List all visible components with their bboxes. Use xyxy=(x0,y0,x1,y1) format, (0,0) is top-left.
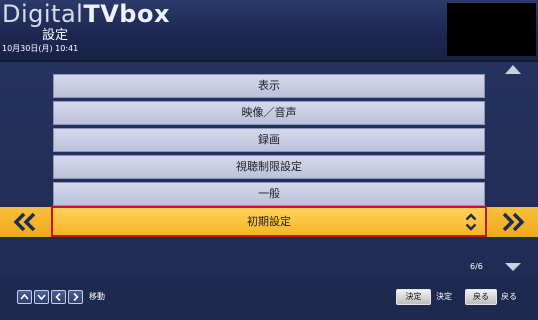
menu-item-recording[interactable]: 録画 xyxy=(53,128,485,152)
header-bar: DigitalTVbox 設定 10月30日(月) 10:41 xyxy=(0,0,538,60)
up-key[interactable] xyxy=(17,290,32,304)
up-down-arrows-icon xyxy=(465,213,477,231)
left-key[interactable] xyxy=(51,290,66,304)
brand-light-text: Digital xyxy=(2,0,84,28)
back-label: 戻る xyxy=(501,292,517,301)
arrow-down-icon xyxy=(37,294,46,301)
datetime-display: 10月30日(月) 10:41 xyxy=(2,44,79,53)
selected-item-label: 初期設定 xyxy=(247,215,291,228)
arrow-up-icon xyxy=(20,293,29,300)
menu-item-parental-control[interactable]: 視聴制限設定 xyxy=(53,155,485,179)
scroll-down-icon[interactable] xyxy=(505,263,521,271)
menu-item-general[interactable]: 一般 xyxy=(53,182,485,206)
menu-item-initial-settings[interactable]: 初期設定 xyxy=(51,206,487,237)
brand-logo: DigitalTVbox xyxy=(2,1,170,27)
page-title: 設定 xyxy=(42,28,69,43)
right-key[interactable] xyxy=(68,290,83,304)
menu-item-video-audio[interactable]: 映像／音声 xyxy=(53,101,485,125)
page-indicator: 6/6 xyxy=(470,262,483,271)
arrow-left-icon xyxy=(55,292,61,302)
down-key[interactable] xyxy=(34,290,49,304)
brand-bold-text: TVbox xyxy=(83,0,170,28)
scroll-up-icon[interactable] xyxy=(505,65,521,74)
move-label: 移動 xyxy=(89,292,105,301)
menu-item-display[interactable]: 表示 xyxy=(53,74,485,98)
back-button[interactable]: 戻る xyxy=(465,289,497,305)
enter-button[interactable]: 決定 xyxy=(396,289,431,305)
arrow-right-icon xyxy=(73,292,79,302)
tv-preview-window xyxy=(447,3,536,56)
enter-label: 決定 xyxy=(436,292,452,301)
double-chevron-left-icon[interactable] xyxy=(12,209,38,235)
double-chevron-right-icon[interactable] xyxy=(500,209,526,235)
